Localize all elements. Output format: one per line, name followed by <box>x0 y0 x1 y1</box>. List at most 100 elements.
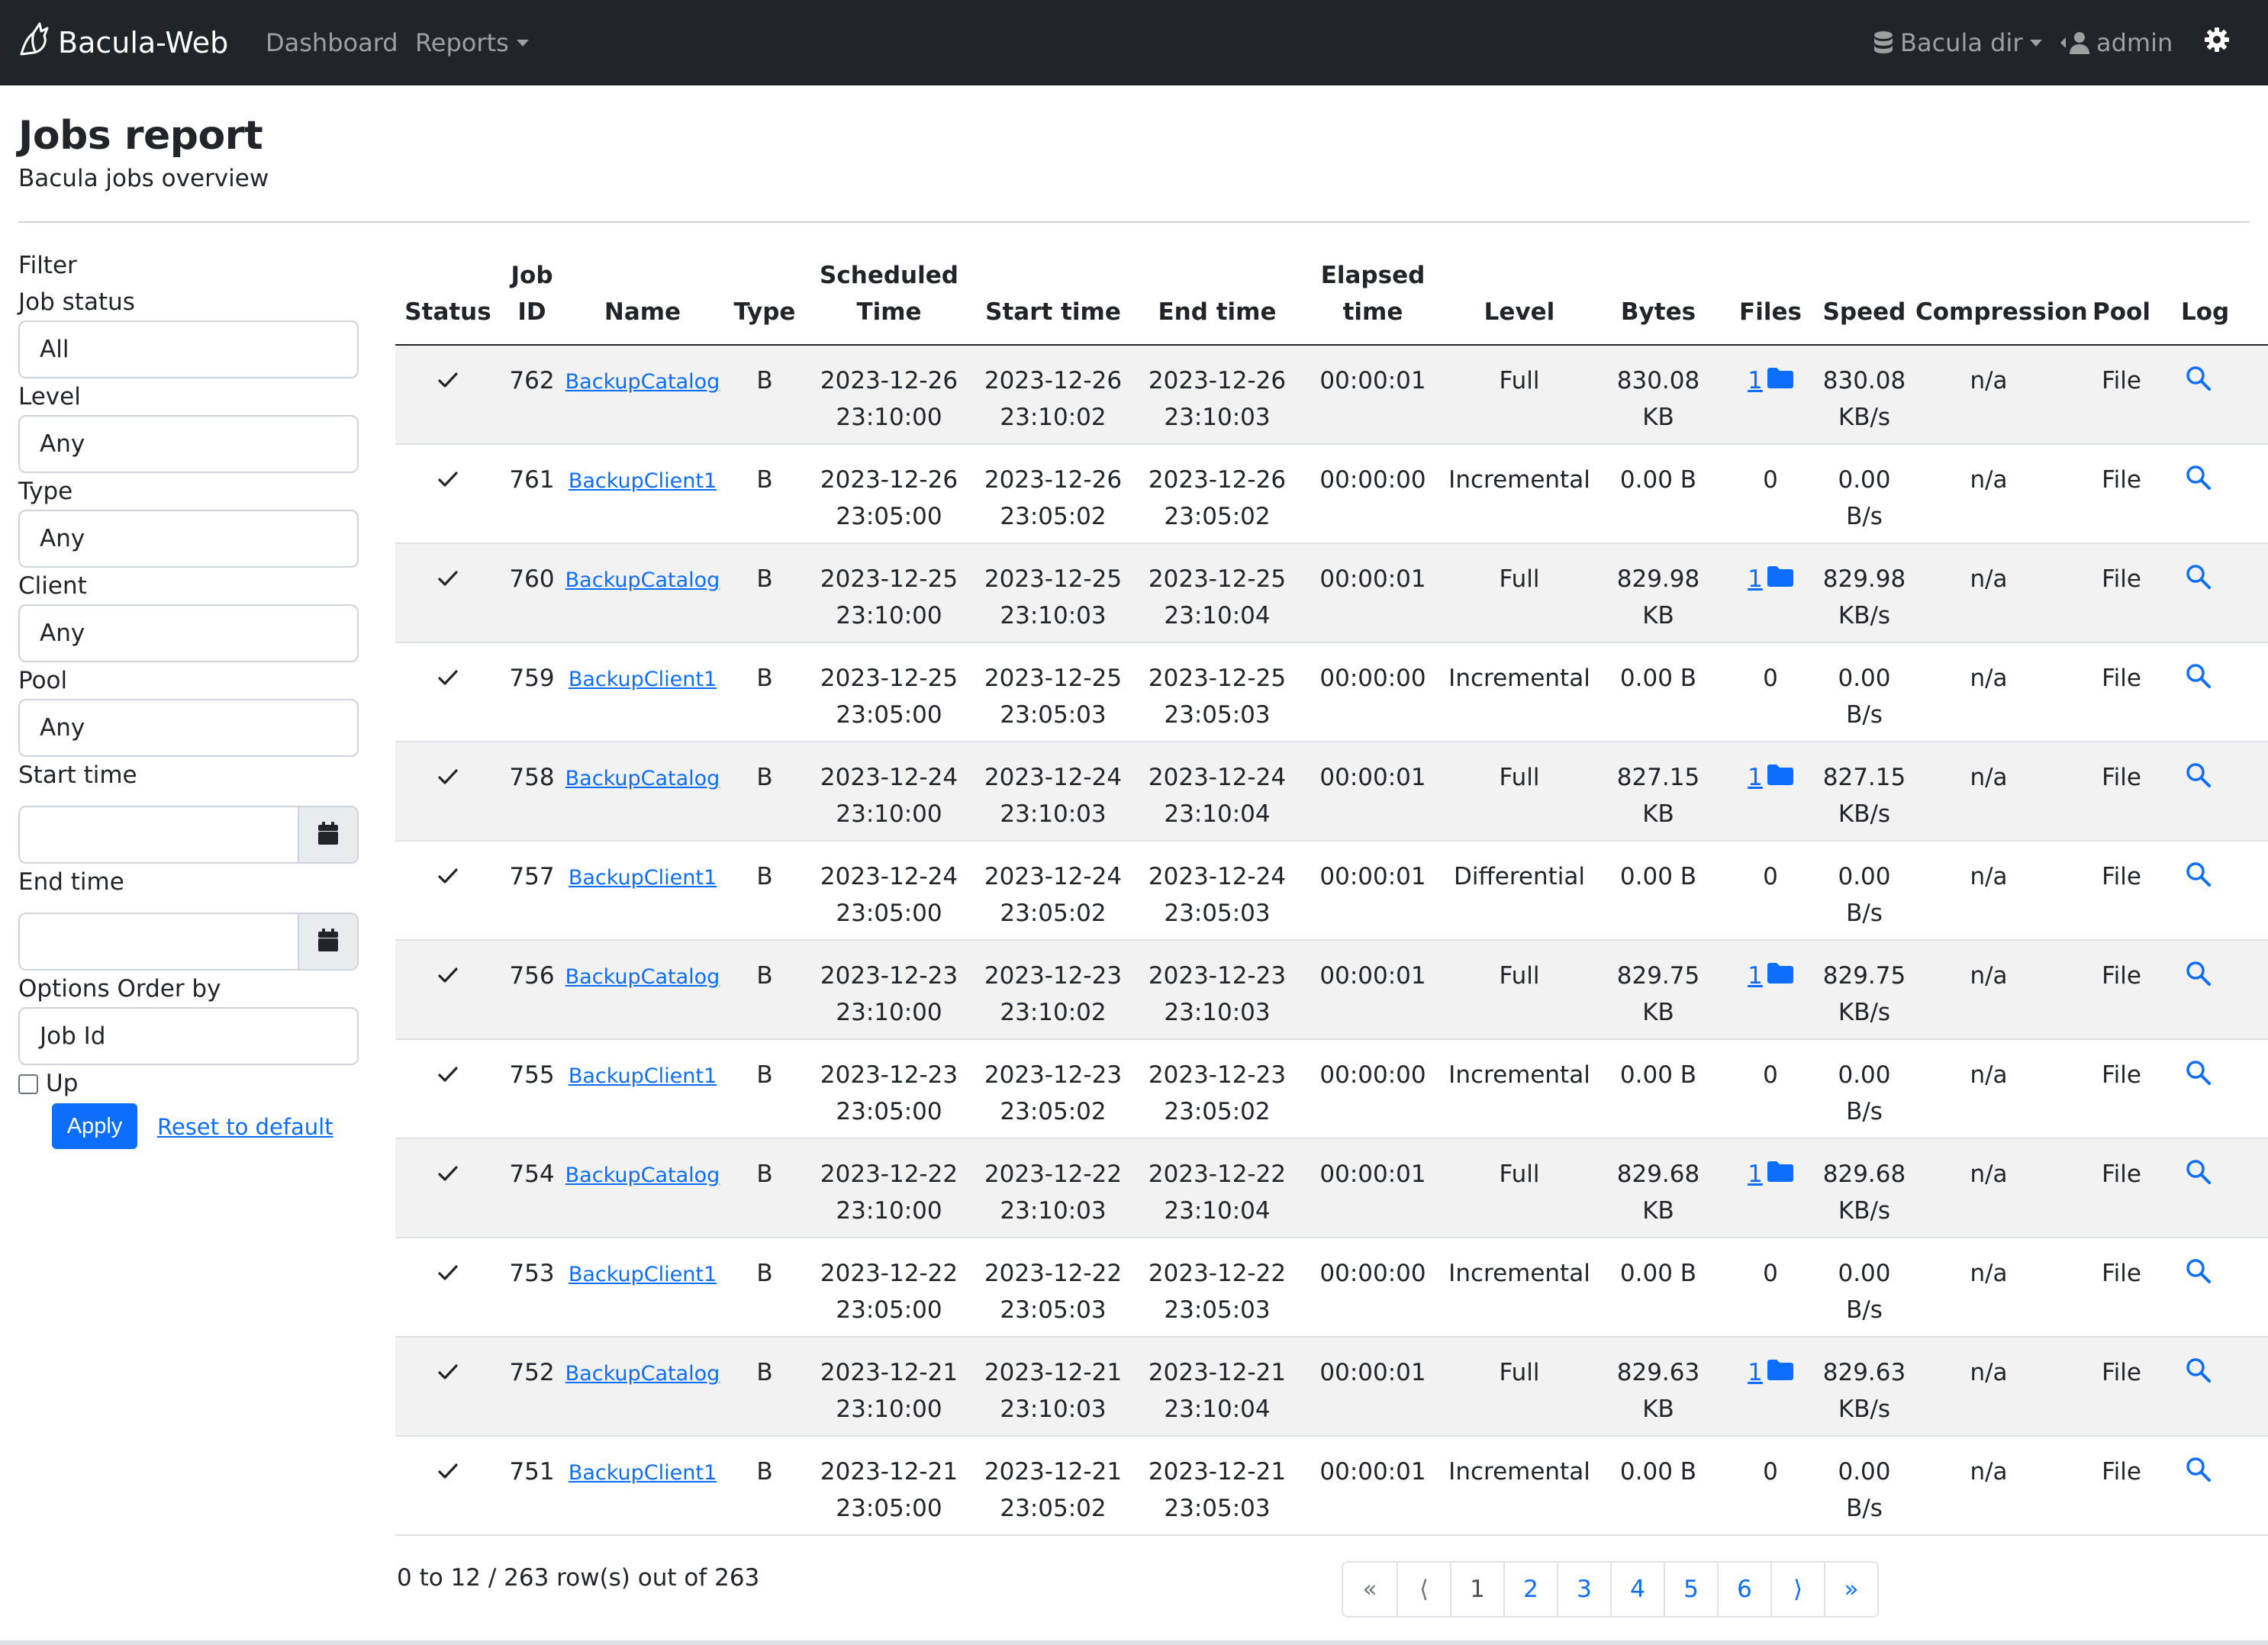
folder-icon[interactable] <box>1763 1354 1793 1391</box>
end-time-cell: 2023-12-23 23:10:03 <box>1136 940 1299 1040</box>
previous-page-button[interactable]: ⟨ <box>1397 1563 1450 1616</box>
start-date: 2023-12-22 <box>984 1161 1123 1188</box>
folder-icon[interactable] <box>1763 362 1793 399</box>
job-name-link[interactable]: BackupCatalog <box>565 965 720 989</box>
job-name-link[interactable]: BackupClient1 <box>569 1263 717 1286</box>
level-cell: Full <box>1447 742 1592 842</box>
end-time-field[interactable] <box>18 913 359 971</box>
job-name-link[interactable]: BackupCatalog <box>565 1164 720 1187</box>
search-icon[interactable] <box>2186 465 2212 501</box>
search-icon[interactable] <box>2186 663 2212 700</box>
folder-icon[interactable] <box>1763 958 1793 994</box>
check-icon <box>438 1359 458 1386</box>
col-bytes[interactable]: Bytes <box>1592 252 1725 346</box>
end-time-cell: 2023-12-26 23:05:02 <box>1136 444 1299 544</box>
search-icon[interactable] <box>2186 365 2212 402</box>
job-status-select[interactable]: All <box>18 320 359 378</box>
page-3-button[interactable]: 3 <box>1557 1563 1610 1616</box>
search-icon[interactable] <box>2186 1060 2212 1096</box>
nav-reports-dropdown[interactable]: Reports <box>415 15 529 70</box>
log-cell <box>2178 444 2268 544</box>
level-cell: Differential <box>1447 841 1592 941</box>
col-name[interactable]: Name <box>563 252 722 346</box>
director-dropdown[interactable]: Bacula dir <box>1873 15 2043 70</box>
job-name-link[interactable]: BackupClient1 <box>569 469 717 493</box>
files-link[interactable]: 1 <box>1748 1354 1763 1391</box>
search-icon[interactable] <box>2186 1357 2212 1394</box>
status-cell <box>395 940 501 1040</box>
page-5-button[interactable]: 5 <box>1664 1563 1717 1616</box>
page-4-button[interactable]: 4 <box>1610 1563 1664 1616</box>
col-job-id[interactable]: Job ID <box>501 252 563 346</box>
col-files[interactable]: Files <box>1725 252 1816 346</box>
col-log[interactable]: Log <box>2178 252 2268 346</box>
brand-link[interactable]: Bacula-Web <box>17 15 228 70</box>
job-name-link[interactable]: BackupCatalog <box>565 767 720 790</box>
order-up-checkbox[interactable] <box>18 1074 38 1094</box>
col-start-time[interactable]: Start time <box>971 252 1136 346</box>
first-page-button[interactable]: « <box>1343 1563 1397 1616</box>
job-name-link[interactable]: BackupClient1 <box>569 1064 717 1088</box>
start-time-picker-button[interactable] <box>298 807 357 862</box>
nav-dashboard[interactable]: Dashboard <box>266 15 398 70</box>
level-select[interactable]: Any <box>18 415 359 473</box>
last-page-button[interactable]: » <box>1824 1563 1877 1616</box>
search-icon[interactable] <box>2186 564 2212 600</box>
pool-select[interactable]: Any <box>18 699 359 757</box>
order-up-label: Up <box>46 1070 79 1097</box>
search-icon[interactable] <box>2186 1258 2212 1295</box>
speed-unit: KB/s <box>1838 800 1891 828</box>
end-date: 2023-12-22 <box>1148 1161 1287 1188</box>
bytes-unit: KB <box>1642 1197 1674 1225</box>
col-compression[interactable]: Compression <box>1912 252 2088 346</box>
level-cell: Incremental <box>1447 444 1592 544</box>
page-2-button[interactable]: 2 <box>1503 1563 1557 1616</box>
user-menu[interactable]: admin <box>2060 15 2173 70</box>
col-end-time[interactable]: End time <box>1136 252 1299 346</box>
job-name-link[interactable]: BackupCatalog <box>565 1362 720 1386</box>
job-name-link[interactable]: BackupCatalog <box>565 370 720 394</box>
settings-button[interactable] <box>2204 15 2230 70</box>
files-link[interactable]: 1 <box>1748 958 1763 994</box>
page-1-button[interactable]: 1 <box>1450 1563 1503 1616</box>
col-scheduled-time[interactable]: Scheduled Time <box>807 252 971 346</box>
col-type[interactable]: Type <box>722 252 807 346</box>
reset-to-default-link[interactable]: Reset to default <box>157 1114 333 1140</box>
scheduled-time-cell: 2023-12-21 23:10:00 <box>807 1337 971 1437</box>
col-elapsed-time[interactable]: Elapsed time <box>1299 252 1447 346</box>
bird-icon <box>17 21 58 66</box>
job-type-cell: B <box>722 543 807 643</box>
job-name-link[interactable]: BackupClient1 <box>569 668 717 691</box>
search-icon[interactable] <box>2186 1159 2212 1196</box>
search-icon[interactable] <box>2186 1457 2212 1493</box>
start-time-cell: 2023-12-25 23:05:03 <box>971 642 1136 742</box>
type-select[interactable]: Any <box>18 510 359 568</box>
end-time-picker-button[interactable] <box>298 914 357 969</box>
col-speed[interactable]: Speed <box>1816 252 1912 346</box>
search-icon[interactable] <box>2186 762 2212 799</box>
page-6-button[interactable]: 6 <box>1717 1563 1770 1616</box>
search-icon[interactable] <box>2186 861 2212 898</box>
next-page-button[interactable]: ⟩ <box>1770 1563 1824 1616</box>
scheduled-date: 2023-12-25 <box>820 665 958 692</box>
folder-icon[interactable] <box>1763 759 1793 796</box>
start-time-cell: 2023-12-23 23:05:02 <box>971 1039 1136 1139</box>
files-link[interactable]: 1 <box>1748 561 1763 597</box>
apply-button[interactable]: Apply <box>52 1103 137 1149</box>
folder-icon[interactable] <box>1763 1156 1793 1193</box>
folder-icon[interactable] <box>1763 561 1793 597</box>
col-status[interactable]: Status <box>395 252 501 346</box>
files-link[interactable]: 1 <box>1748 1156 1763 1193</box>
job-name-link[interactable]: BackupClient1 <box>569 866 717 890</box>
job-name-link[interactable]: BackupClient1 <box>569 1461 717 1485</box>
log-cell <box>2178 742 2268 842</box>
files-link[interactable]: 1 <box>1748 362 1763 399</box>
client-select[interactable]: Any <box>18 604 359 662</box>
files-link[interactable]: 1 <box>1748 759 1763 796</box>
start-time-field[interactable] <box>18 806 359 864</box>
col-level[interactable]: Level <box>1447 252 1592 346</box>
search-icon[interactable] <box>2186 961 2212 997</box>
order-by-select[interactable]: Job Id <box>18 1007 359 1065</box>
job-name-link[interactable]: BackupCatalog <box>565 568 720 592</box>
check-icon <box>438 466 458 494</box>
